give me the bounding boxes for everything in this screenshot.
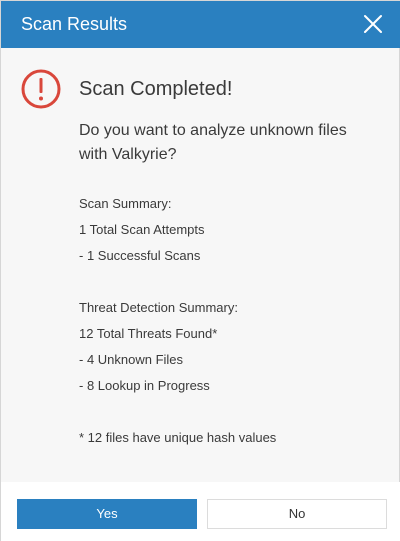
analyze-question: Do you want to analyze unknown files wit…: [79, 122, 347, 163]
scan-results-dialog: Scan Results Scan Completed! Do you want…: [0, 0, 400, 541]
title-bar: Scan Results: [1, 1, 400, 48]
no-button[interactable]: No: [207, 499, 387, 529]
scan-completed-heading: Scan Completed!: [79, 78, 233, 100]
alert-circle-icon: [21, 69, 61, 109]
footnote: * 12 files have unique hash values: [79, 430, 277, 445]
threat-summary-title: Threat Detection Summary:: [79, 300, 238, 315]
threat-summary-line: 12 Total Threats Found*: [79, 326, 218, 341]
close-button[interactable]: [359, 10, 387, 38]
scan-summary-title: Scan Summary:: [79, 196, 172, 211]
threat-summary-line: - 8 Lookup in Progress: [79, 378, 210, 393]
threat-summary-line: - 4 Unknown Files: [79, 352, 184, 367]
window-title: Scan Results: [21, 14, 128, 34]
button-bar: Yes No: [1, 482, 400, 541]
close-icon: [364, 15, 382, 33]
scan-summary-line: 1 Total Scan Attempts: [79, 222, 205, 237]
yes-button[interactable]: Yes: [17, 499, 197, 529]
scan-summary-line: - 1 Successful Scans: [79, 248, 201, 263]
